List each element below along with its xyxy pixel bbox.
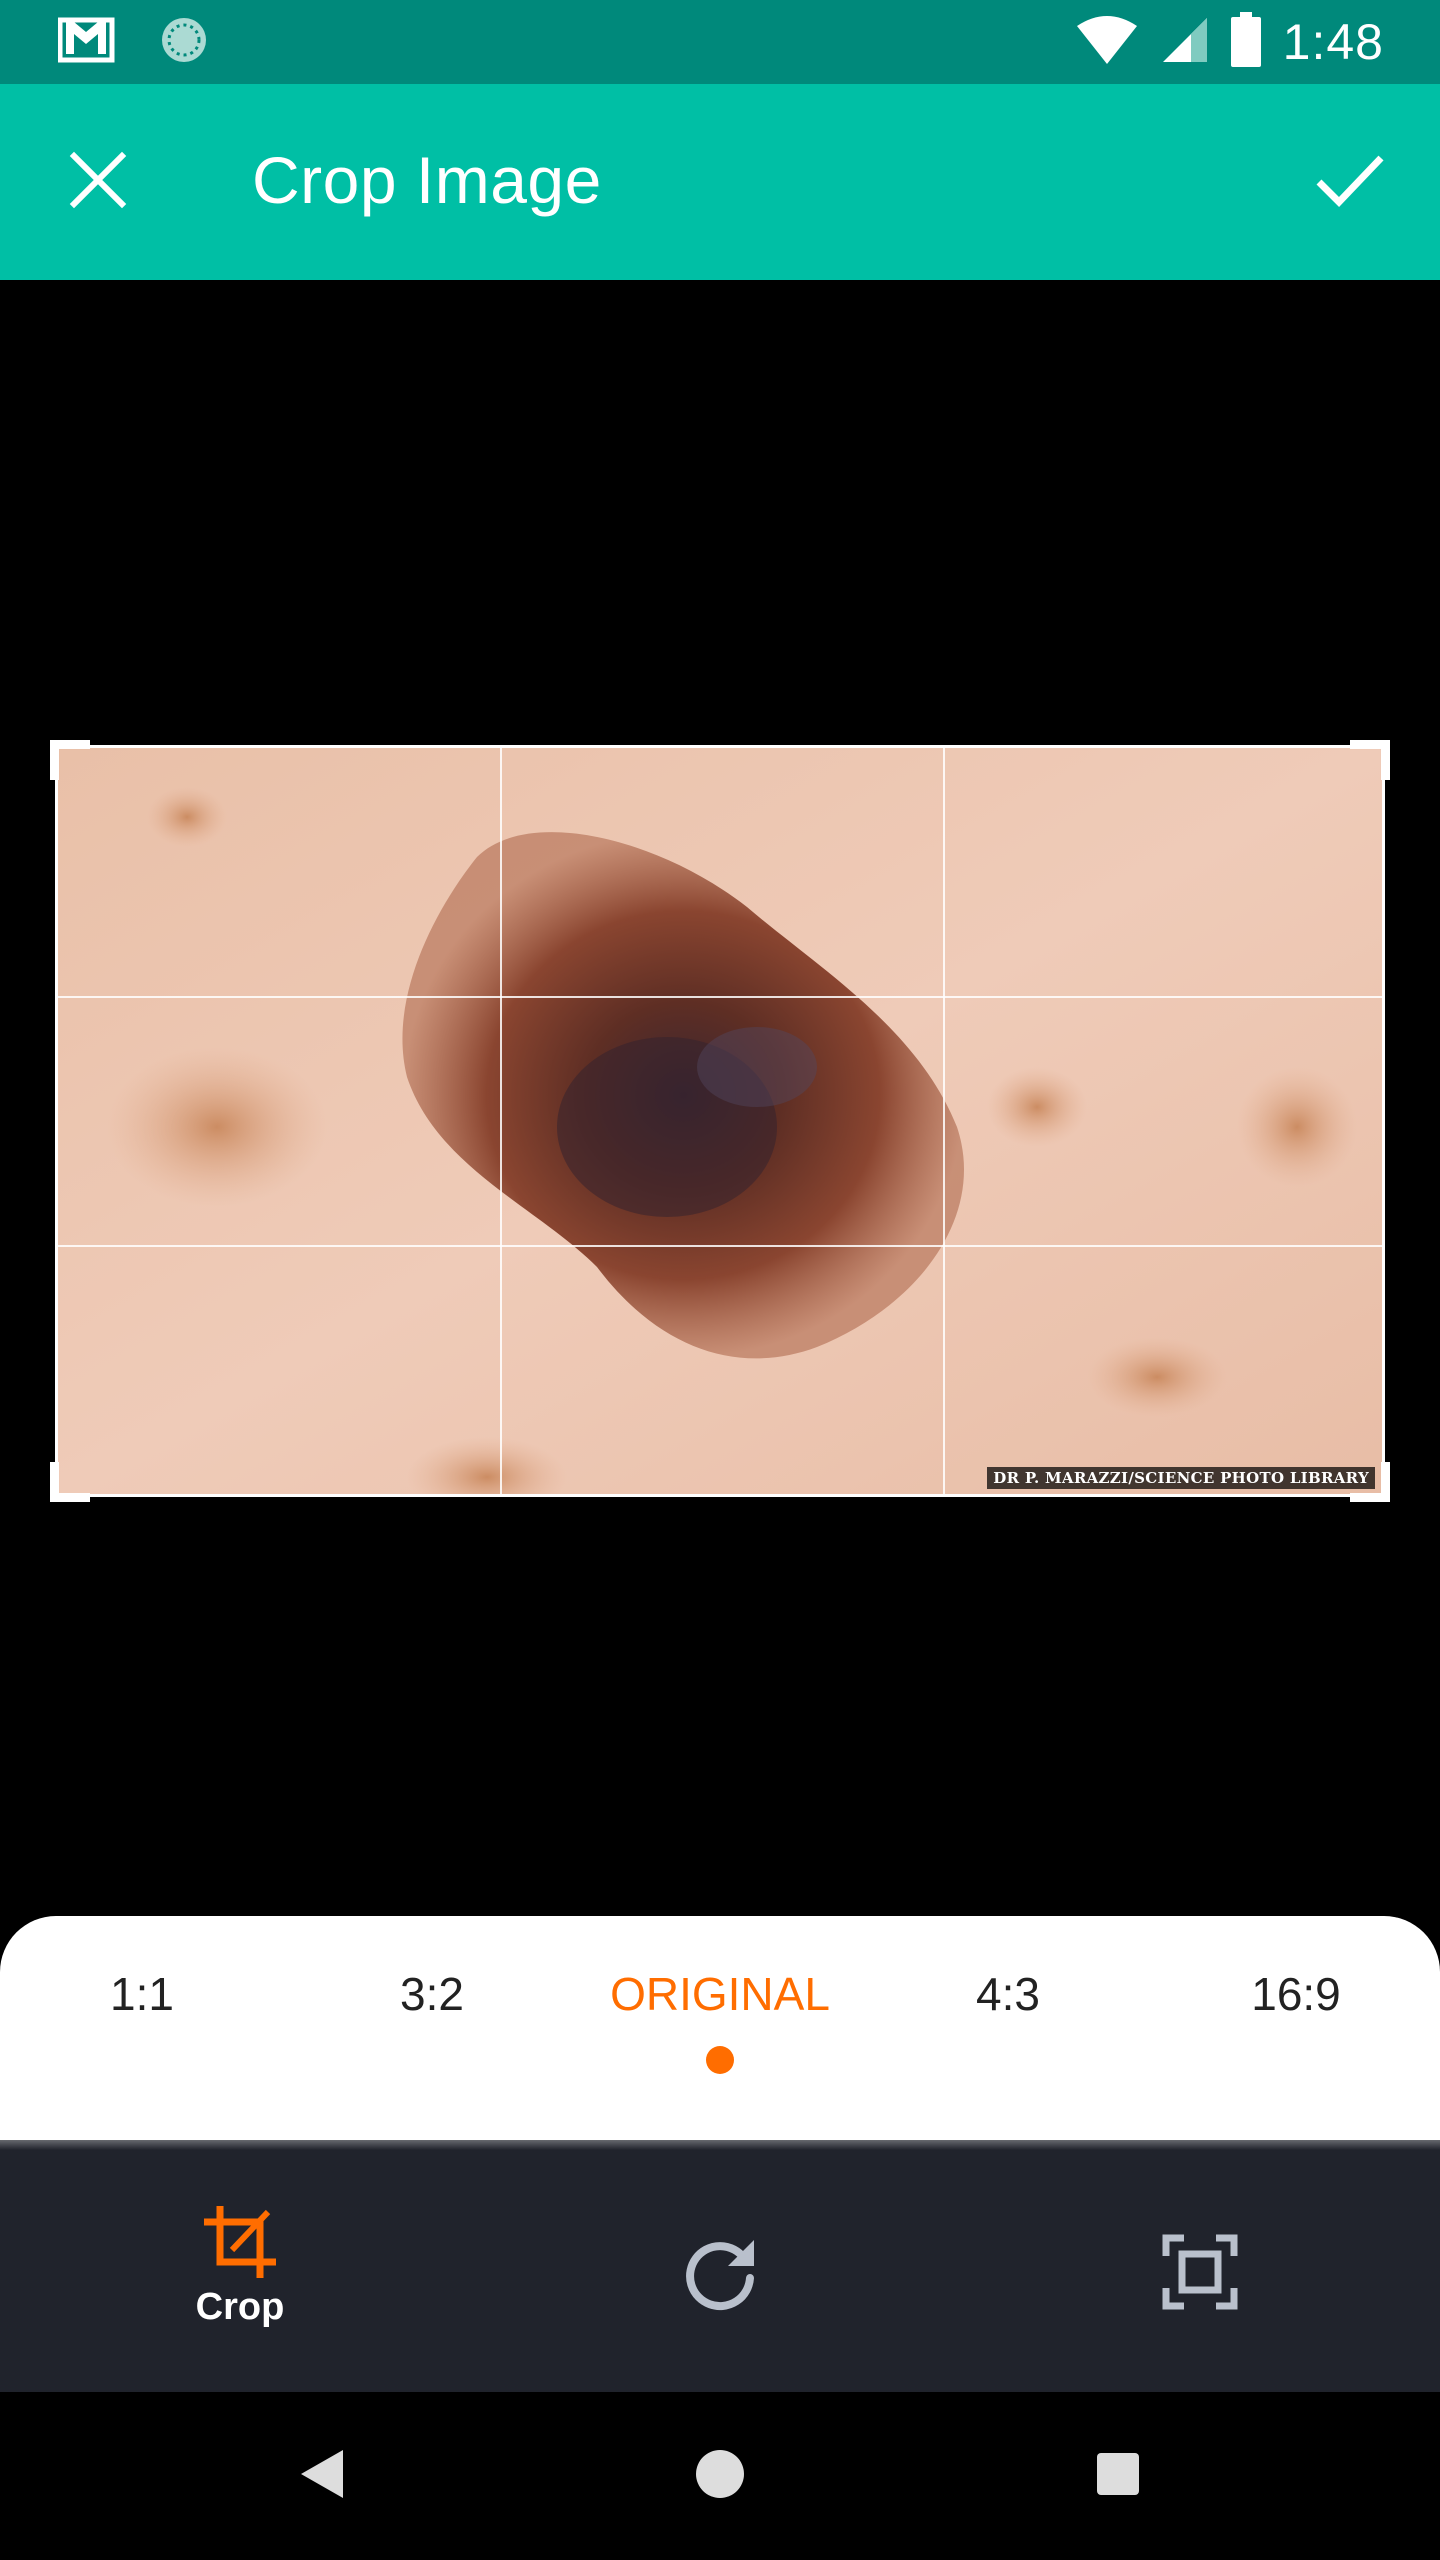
ratio-label: 1:1 bbox=[110, 1968, 174, 2020]
ratio-option-3-2[interactable]: 3:2 bbox=[312, 1964, 552, 2084]
crop-tool-label: Crop bbox=[195, 2286, 285, 2328]
status-right-icons: 1:48 bbox=[1075, 10, 1384, 74]
close-icon bbox=[68, 150, 128, 215]
ratio-option-1-1[interactable]: 1:1 bbox=[22, 1964, 262, 2084]
nav-recents-button[interactable] bbox=[1068, 2426, 1168, 2526]
crop-handle-top-right[interactable] bbox=[1350, 740, 1390, 780]
selected-indicator-dot bbox=[706, 2046, 734, 2074]
ratio-label: 16:9 bbox=[1251, 1968, 1341, 2020]
crop-tool-button[interactable]: Crop bbox=[140, 2192, 340, 2352]
crop-handle-bottom-left[interactable] bbox=[50, 1462, 90, 1502]
nav-back-button[interactable] bbox=[272, 2426, 372, 2526]
ratio-option-original[interactable]: ORIGINAL bbox=[600, 1964, 840, 2084]
rotate-tool-button[interactable] bbox=[620, 2192, 820, 2352]
crop-icon bbox=[140, 2192, 340, 2292]
page-title: Crop Image bbox=[252, 143, 602, 217]
nav-home-button[interactable] bbox=[670, 2426, 770, 2526]
sync-icon bbox=[158, 14, 210, 71]
fit-screen-icon bbox=[1100, 2192, 1300, 2352]
tool-bar: Crop bbox=[0, 2140, 1440, 2392]
back-icon bbox=[297, 2446, 347, 2507]
wifi-icon bbox=[1075, 14, 1139, 71]
aspect-ratio-panel: 1:1 3:2 ORIGINAL 4:3 16:9 bbox=[0, 1916, 1440, 2140]
gmail-icon bbox=[57, 14, 118, 71]
ratio-option-4-3[interactable]: 4:3 bbox=[888, 1964, 1128, 2084]
battery-icon bbox=[1230, 11, 1261, 73]
status-left-icons bbox=[57, 14, 210, 71]
cell-signal-icon bbox=[1161, 14, 1209, 71]
grid-line bbox=[943, 748, 945, 1494]
fit-tool-button[interactable] bbox=[1100, 2192, 1300, 2352]
status-bar: 1:48 bbox=[0, 0, 1440, 84]
check-icon bbox=[1315, 152, 1385, 213]
crop-frame[interactable] bbox=[50, 740, 1390, 1502]
divider bbox=[0, 2140, 1440, 2150]
ratio-label: ORIGINAL bbox=[610, 1968, 830, 2020]
recents-icon bbox=[1095, 2451, 1141, 2502]
grid-line bbox=[58, 1245, 1382, 1247]
home-icon bbox=[694, 2448, 746, 2505]
navigation-bar bbox=[0, 2392, 1440, 2560]
crop-handle-bottom-right[interactable] bbox=[1350, 1462, 1390, 1502]
app-bar: Crop Image bbox=[0, 84, 1440, 280]
status-time: 1:48 bbox=[1282, 14, 1384, 70]
grid-line bbox=[58, 996, 1382, 998]
close-button[interactable] bbox=[50, 134, 146, 230]
ratio-label: 4:3 bbox=[976, 1968, 1040, 2020]
crop-handle-top-left[interactable] bbox=[50, 740, 90, 780]
crop-canvas[interactable]: DR P. MARAZZI/SCIENCE PHOTO LIBRARY bbox=[0, 280, 1440, 1916]
ratio-label: 3:2 bbox=[400, 1968, 464, 2020]
confirm-button[interactable] bbox=[1302, 134, 1398, 230]
ratio-option-16-9[interactable]: 16:9 bbox=[1176, 1964, 1416, 2084]
grid-line bbox=[500, 748, 502, 1494]
rotate-icon bbox=[620, 2192, 820, 2352]
